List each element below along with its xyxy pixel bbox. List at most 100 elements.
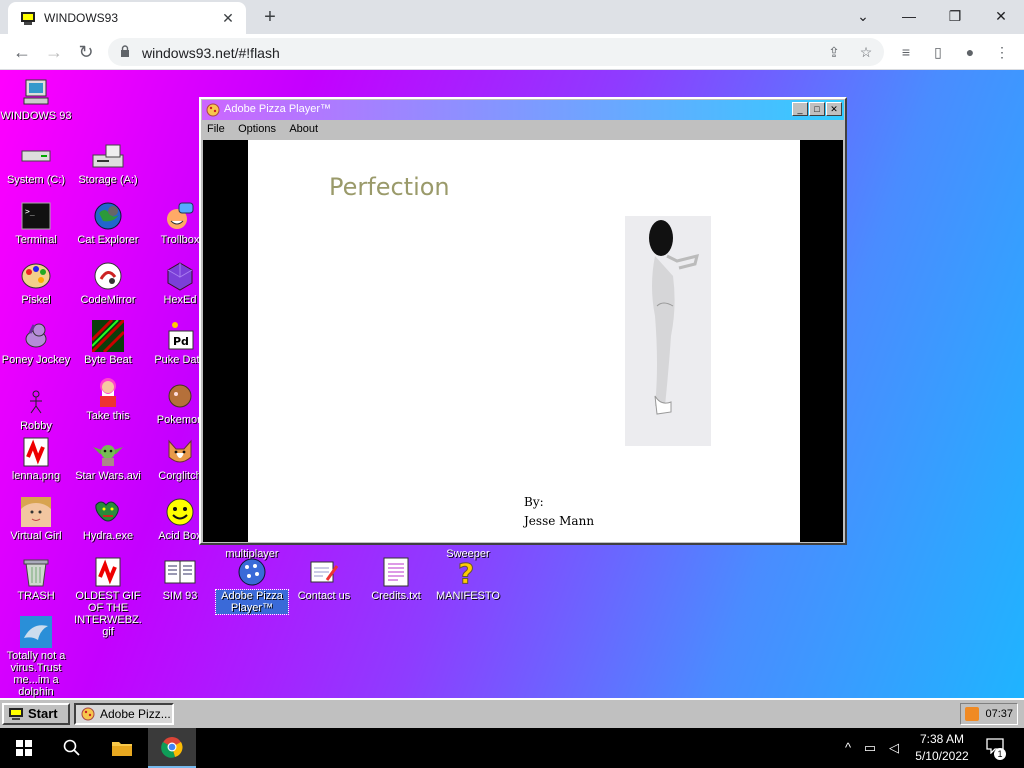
rss-icon[interactable] <box>965 707 979 721</box>
puke-data-icon: Pd <box>164 320 196 352</box>
desktop-icon-codemirror[interactable]: CodeMirror <box>72 260 144 306</box>
windows-start-icon[interactable] <box>0 728 48 768</box>
side-panel-icon[interactable]: ▯ <box>928 42 948 62</box>
desktop-icon-dolphin[interactable]: Totally not a virus.Trust me...im a dolp… <box>0 616 72 698</box>
icon-label: Totally not a virus.Trust me...im a dolp… <box>6 650 66 698</box>
trollbox-icon <box>164 200 196 232</box>
desktop-icon-virtual-girl[interactable]: Virtual Girl <box>0 496 72 542</box>
desktop-icon-system-c[interactable]: System (C:) <box>0 140 72 186</box>
corgi-icon <box>164 436 196 468</box>
win10-taskbar: ^ ▭ ◁ 7:38 AM 5/10/2022 1 <box>0 728 1024 768</box>
profile-avatar-icon[interactable]: ● <box>960 42 980 62</box>
chrome-menu-icon[interactable]: ⋮ <box>992 42 1012 62</box>
image-file-icon <box>20 436 52 468</box>
chrome-toolbar: ← → ↻ windows93.net/#!flash ⇪ ☆ ≡ ▯ ● ⋮ <box>0 34 1024 70</box>
share-icon[interactable]: ⇪ <box>824 42 844 62</box>
codemirror-icon <box>92 260 124 292</box>
desktop-icon-hydra[interactable]: Hydra.exe <box>72 496 144 542</box>
bookmark-star-icon[interactable]: ☆ <box>856 42 876 62</box>
icon-label: SIM 93 <box>162 590 198 602</box>
desktop-icon-manifesto[interactable]: ? MANIFESTO <box>432 556 504 602</box>
reload-icon[interactable]: ↻ <box>72 38 100 66</box>
desktop-icon-storage-a[interactable]: Storage (A:) <box>72 140 144 186</box>
window-close-button[interactable]: ✕ <box>826 102 842 116</box>
desktop-icon-byte-beat[interactable]: Byte Beat <box>72 320 144 366</box>
chrome-icon[interactable] <box>148 728 196 768</box>
search-icon[interactable] <box>48 728 96 768</box>
menu-file[interactable]: File <box>202 121 230 137</box>
pizza-player-window: Adobe Pizza Player™ _ □ ✕ File Options A… <box>199 97 847 545</box>
desktop-icon-trash[interactable]: TRASH <box>0 556 72 602</box>
stage-author: Jesse Mann <box>524 514 595 528</box>
desktop-icon-contact-us[interactable]: Contact us <box>288 556 360 602</box>
desktop-icon-cat-explorer[interactable]: Cat Explorer <box>72 200 144 246</box>
face-photo-icon <box>20 496 52 528</box>
menu-options[interactable]: Options <box>233 121 281 137</box>
desktop-icon-poney-jockey[interactable]: Poney Jockey <box>0 320 72 366</box>
window-minimize-button[interactable]: _ <box>792 102 808 116</box>
icon-label: Star Wars.avi <box>75 470 141 482</box>
window-title-bar[interactable]: Adobe Pizza Player™ _ □ ✕ <box>202 100 844 120</box>
url-text: windows93.net/#!flash <box>142 45 280 61</box>
menu-about[interactable]: About <box>284 121 323 137</box>
icon-label: MANIFESTO <box>436 590 500 602</box>
restore-button[interactable]: ❐ <box>932 2 978 30</box>
back-icon[interactable]: ← <box>8 38 36 66</box>
flash-stage[interactable]: Perfection By: Jesse Mann <box>248 140 800 542</box>
pizza-app-icon <box>81 707 95 721</box>
desktop-icon-robby[interactable]: Robby <box>0 386 72 432</box>
icon-label: Piskel <box>21 294 51 306</box>
tab-search-icon[interactable]: ⌄ <box>840 2 886 30</box>
task-label: Adobe Pizz... <box>100 707 171 721</box>
close-button[interactable]: ✕ <box>978 2 1024 30</box>
svg-text:?: ? <box>458 557 474 587</box>
desktop-icon-credits[interactable]: Credits.txt <box>360 556 432 602</box>
cat-globe-icon <box>92 200 124 232</box>
w93-tray: 07:37 <box>960 703 1018 725</box>
chrome-tab-bar: WINDOWS93 ✕ + ⌄ — ❐ ✕ <box>0 0 1024 34</box>
icon-label: Virtual Girl <box>10 530 62 542</box>
dolphin-icon <box>20 616 52 648</box>
clock-time: 7:38 AM <box>919 732 965 746</box>
browser-tab[interactable]: WINDOWS93 ✕ <box>8 2 246 34</box>
desktop-icon-piskel[interactable]: Piskel <box>0 260 72 306</box>
question-mark-icon: ? <box>452 556 484 588</box>
hydra-icon <box>92 496 124 528</box>
icon-label: Robby <box>20 420 52 432</box>
system-clock[interactable]: 7:38 AM 5/10/2022 <box>912 731 972 765</box>
hex-cube-icon <box>164 260 196 292</box>
file-explorer-icon[interactable] <box>98 728 146 768</box>
desktop-icon-sim93[interactable]: SIM 93 <box>144 556 216 602</box>
stage-title: Perfection <box>329 173 450 201</box>
address-bar[interactable]: windows93.net/#!flash ⇪ ☆ <box>108 38 884 66</box>
minimize-button[interactable]: — <box>886 2 932 30</box>
chevron-up-icon[interactable]: ^ <box>838 738 858 758</box>
icon-label: CodeMirror <box>80 294 136 306</box>
network-icon[interactable]: ▭ <box>860 738 880 758</box>
pony-icon <box>20 320 52 352</box>
desktop-icon-oldest-gif[interactable]: OLDEST GIF OF THE INTERWEBZ.gif <box>72 556 144 638</box>
desktop-icon-windows93[interactable]: WINDOWS 93 <box>0 76 72 122</box>
new-tab-button[interactable]: + <box>256 5 284 29</box>
desktop-icon-terminal[interactable]: >_ Terminal <box>0 200 72 246</box>
window-maximize-button[interactable]: □ <box>809 102 825 116</box>
pokemon-icon <box>164 380 196 412</box>
taskbar-pizza-player[interactable]: Adobe Pizz... <box>74 703 174 725</box>
volume-icon[interactable]: ◁ <box>884 738 904 758</box>
media-control-icon[interactable]: ≡ <box>896 42 916 62</box>
start-label: Start <box>28 706 58 721</box>
text-file-icon <box>380 556 412 588</box>
desktop-icon-lenna[interactable]: lenna.png <box>0 436 72 482</box>
forward-icon[interactable]: → <box>40 38 68 66</box>
floppy-drive-icon <box>92 140 124 172</box>
icon-label: Terminal <box>15 234 57 246</box>
tab-close-icon[interactable]: ✕ <box>218 8 238 28</box>
desktop-icon-adobe-pizza-player[interactable]: Adobe Pizza Player™ <box>215 556 289 615</box>
stick-figure-icon <box>20 386 52 418</box>
desktop-icon-take-this[interactable]: Take this <box>72 376 144 422</box>
start-button[interactable]: Start <box>2 703 70 725</box>
window-title: Adobe Pizza Player™ <box>224 103 331 115</box>
desktop-icon-star-wars[interactable]: Star Wars.avi <box>72 436 144 482</box>
computer-icon <box>20 76 52 108</box>
windows93-favicon-icon <box>21 12 35 25</box>
